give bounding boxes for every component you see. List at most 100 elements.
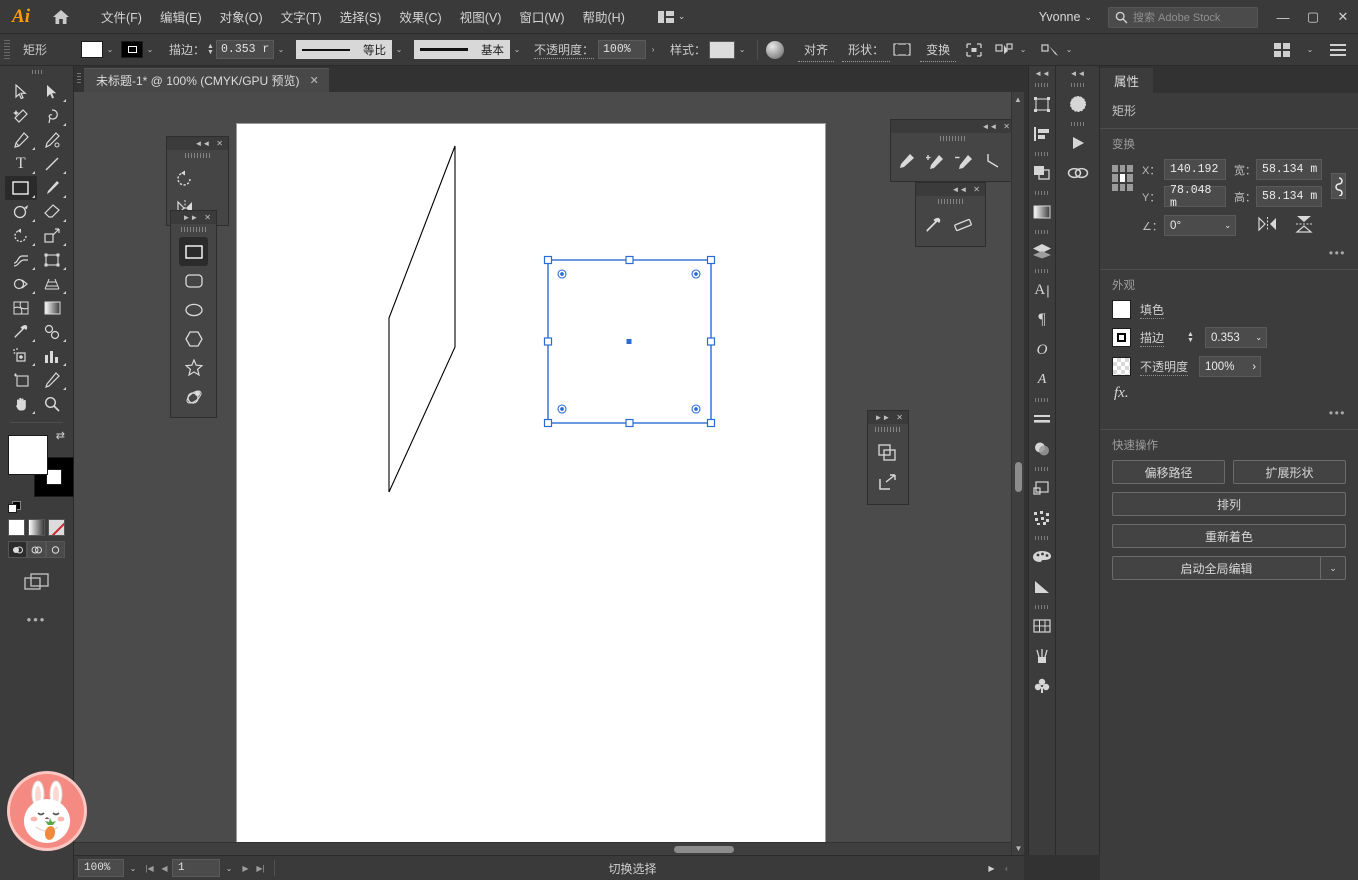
artboard-tools-panel[interactable]: ►► ✕ — [867, 410, 909, 505]
user-caret[interactable]: ⌄ — [1084, 12, 1092, 23]
none-mode-button[interactable] — [48, 519, 65, 536]
direct-selection-tool[interactable] — [37, 80, 69, 104]
draw-normal-button[interactable] — [8, 541, 27, 558]
menu-type[interactable]: 文字(T) — [272, 3, 331, 30]
slice-tool[interactable] — [37, 368, 69, 392]
ellipse-tool-icon[interactable] — [179, 295, 208, 324]
panel-grip-icon[interactable] — [1029, 266, 1055, 275]
maximize-button[interactable]: ▢ — [1298, 0, 1328, 34]
default-fill-stroke-icon[interactable] — [8, 501, 22, 515]
links-panel-icon[interactable] — [1056, 158, 1099, 188]
close-button[interactable]: ✕ — [1328, 0, 1358, 34]
rectangle-tool-icon[interactable] — [179, 237, 208, 266]
delete-anchor-point-icon[interactable] — [950, 146, 979, 175]
brush-libraries-icon[interactable] — [1029, 641, 1055, 671]
symbol-sprayer-tool[interactable] — [5, 344, 37, 368]
back-icon[interactable]: ‹ — [999, 859, 1014, 877]
eyedropper-tool[interactable] — [5, 320, 37, 344]
artboard[interactable] — [237, 124, 825, 855]
perspective-grid-tool[interactable] — [37, 272, 69, 296]
brushes-panel-icon[interactable] — [1029, 503, 1055, 533]
pen-tools-panel[interactable]: ◄◄ ✕ — [890, 119, 1016, 182]
edit-toolbar-icon[interactable]: ••• — [0, 612, 73, 627]
angle-caret[interactable]: ⌄ — [1224, 221, 1231, 230]
eraser-tool[interactable] — [37, 200, 69, 224]
measure-tool-icon[interactable] — [948, 210, 977, 239]
brush-definition-select[interactable]: 基本 — [414, 40, 511, 59]
pathfinder-panel-icon[interactable] — [1029, 158, 1055, 188]
panel-grip-icon[interactable] — [171, 224, 216, 235]
close-icon[interactable]: ✕ — [216, 139, 223, 148]
appearance-stroke-weight-input[interactable]: 0.353 ⌄ — [1205, 327, 1268, 348]
control-bar-grip[interactable] — [4, 39, 10, 60]
artboard-number-caret[interactable]: ⌄ — [220, 859, 238, 877]
transform-panel-icon[interactable] — [1029, 89, 1055, 119]
rotate-icon[interactable] — [170, 164, 199, 193]
magic-wand-tool[interactable] — [5, 104, 37, 128]
gradient-panel-icon[interactable] — [1029, 197, 1055, 227]
panel-grip-icon[interactable] — [1029, 395, 1055, 404]
paintbrush-tool[interactable] — [37, 176, 69, 200]
panel-grip-icon[interactable] — [916, 196, 985, 207]
collapse-icon[interactable]: ◄◄ — [951, 185, 967, 194]
panel-grip-icon[interactable] — [1056, 119, 1099, 128]
free-transform-tool[interactable] — [37, 248, 69, 272]
anchor-point-tool-icon[interactable] — [979, 146, 1008, 175]
close-icon[interactable]: ✕ — [204, 213, 211, 222]
symbol-libraries-icon[interactable] — [1029, 671, 1055, 701]
pen-tools-panel-bar[interactable]: ◄◄ ✕ — [891, 120, 1015, 133]
canvas-horizontal-scrollbar[interactable] — [74, 842, 1011, 855]
change-screen-mode-icon[interactable] — [0, 572, 73, 592]
flip-vertical-icon[interactable] — [1295, 215, 1313, 236]
more-options-icon[interactable] — [1038, 39, 1062, 61]
zoom-level-input[interactable]: 100% — [78, 859, 124, 877]
hand-tool[interactable] — [5, 392, 37, 416]
global-edit-button[interactable]: 启动全局编辑 — [1112, 556, 1320, 580]
opentype-panel-icon[interactable]: O — [1029, 335, 1055, 365]
flare-tool-icon[interactable] — [179, 382, 208, 411]
vertical-scroll-thumb[interactable] — [1015, 462, 1022, 492]
expand-shape-button[interactable]: 扩展形状 — [1233, 460, 1346, 484]
swap-fill-stroke-icon[interactable]: ⇄ — [56, 429, 65, 442]
menu-effect[interactable]: 效果(C) — [390, 3, 450, 30]
toolbar-fill-swatch[interactable] — [8, 435, 48, 475]
shape-tools-panel[interactable]: ►► ✕ — [170, 210, 217, 418]
panel-grip-icon[interactable] — [1056, 80, 1099, 89]
document-tab-close-icon[interactable]: ✕ — [310, 74, 319, 87]
artboard-tools-panel-bar[interactable]: ►► ✕ — [868, 411, 908, 424]
panel-grip-icon[interactable] — [891, 133, 1015, 144]
canvas-area[interactable]: ◄◄ ✕ ►► ✕ ◄◄ ✕ ◄◄ ✕ ►► ✕ ▲ ▼ — [74, 92, 1024, 855]
add-anchor-point-icon[interactable] — [921, 146, 950, 175]
layers-panel-icon[interactable] — [1029, 236, 1055, 266]
rectangle-tool[interactable] — [5, 176, 37, 200]
last-artboard-icon[interactable]: ▶| — [253, 859, 268, 877]
paragraph-panel-icon[interactable]: ¶ — [1029, 305, 1055, 335]
stroke-weight-stepper[interactable]: ▲ ▼ — [205, 43, 216, 56]
expand-icon[interactable]: ►► — [874, 413, 890, 422]
slice-tool-icon[interactable] — [874, 467, 903, 496]
variable-width-profile-select[interactable]: 等比 — [296, 40, 393, 59]
menu-edit[interactable]: 编辑(E) — [151, 3, 211, 30]
panel-grip-icon[interactable] — [868, 424, 908, 435]
stroke-weight-stepper[interactable]: ▲ ▼ — [1185, 331, 1196, 344]
document-tab[interactable]: 未标题-1* @ 100% (CMYK/GPU 预览) ✕ — [84, 68, 329, 92]
toolbar-grip[interactable] — [0, 66, 73, 78]
color-guide-panel-icon[interactable] — [1029, 572, 1055, 602]
transform-button[interactable]: 变换 — [920, 38, 957, 62]
height-input[interactable]: 58.134 m — [1256, 186, 1323, 207]
menu-window[interactable]: 窗口(W) — [510, 3, 573, 30]
color-mode-button[interactable] — [8, 519, 25, 536]
arrange-button[interactable]: 排列 — [1112, 492, 1346, 516]
curvature-tool[interactable] — [37, 128, 69, 152]
scroll-down-arrow[interactable]: ▼ — [1012, 841, 1024, 855]
fill-caret[interactable]: ⌄ — [103, 41, 117, 58]
appearance-opacity-input[interactable]: 100% › — [1199, 356, 1262, 377]
polygon-tool-icon[interactable] — [179, 324, 208, 353]
artboards-panel-icon[interactable] — [1029, 611, 1055, 641]
line-segment-tool[interactable] — [37, 152, 69, 176]
list-view-icon[interactable] — [1326, 39, 1350, 61]
selection-tool[interactable] — [5, 80, 37, 104]
opacity-input[interactable]: 100% — [598, 40, 647, 59]
panel-grip-icon[interactable] — [1029, 149, 1055, 158]
select-similar-caret[interactable]: ⌄ — [1016, 41, 1030, 58]
